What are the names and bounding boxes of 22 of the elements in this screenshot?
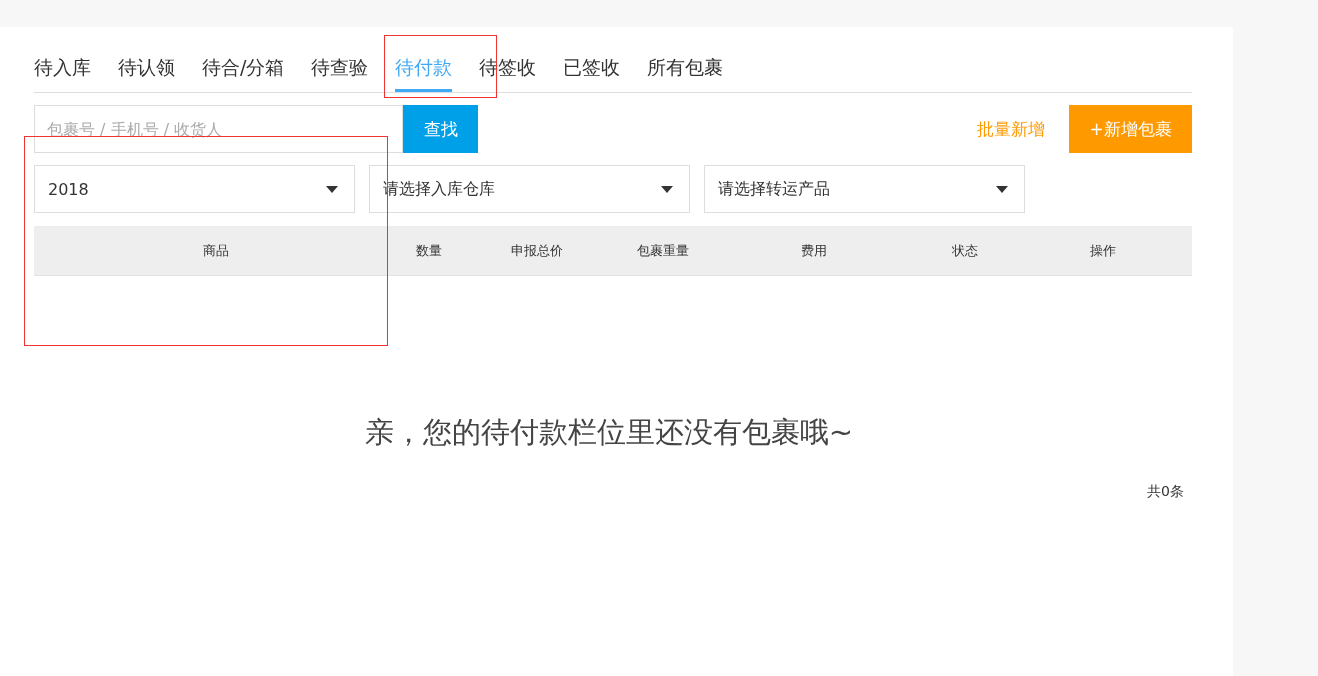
column-header: 申报总价 — [510, 241, 564, 260]
dropdown-select[interactable]: 2018 — [34, 165, 355, 213]
select-value: 2018 — [48, 179, 89, 199]
status-tab[interactable]: 所有包裹 — [647, 55, 724, 92]
column-header: 数量 — [415, 241, 443, 260]
empty-message: 亲，您的待付款栏位里还没有包裹哦~ — [363, 414, 855, 451]
select-value: 请选择转运产品 — [718, 178, 830, 200]
column-header: 商品 — [202, 241, 230, 260]
status-tab[interactable]: 待入库 — [34, 55, 91, 92]
caret-icon — [996, 185, 1008, 193]
column-header: 包裹重量 — [636, 241, 690, 260]
status-tab[interactable]: 待合/分箱 — [202, 55, 285, 92]
status-tab[interactable]: 待查验 — [311, 55, 369, 92]
dropdown-select[interactable]: 请选择转运产品 — [704, 165, 1025, 213]
caret-icon — [326, 185, 338, 193]
column-header: 费用 — [800, 241, 828, 260]
total-count: 共0条 — [1147, 483, 1184, 501]
status-tab[interactable]: 已签收 — [563, 55, 621, 92]
column-header: 状态 — [951, 241, 979, 260]
status-tab[interactable]: 待认领 — [118, 55, 175, 92]
caret-icon — [661, 185, 673, 193]
column-header: 操作 — [1089, 241, 1117, 260]
